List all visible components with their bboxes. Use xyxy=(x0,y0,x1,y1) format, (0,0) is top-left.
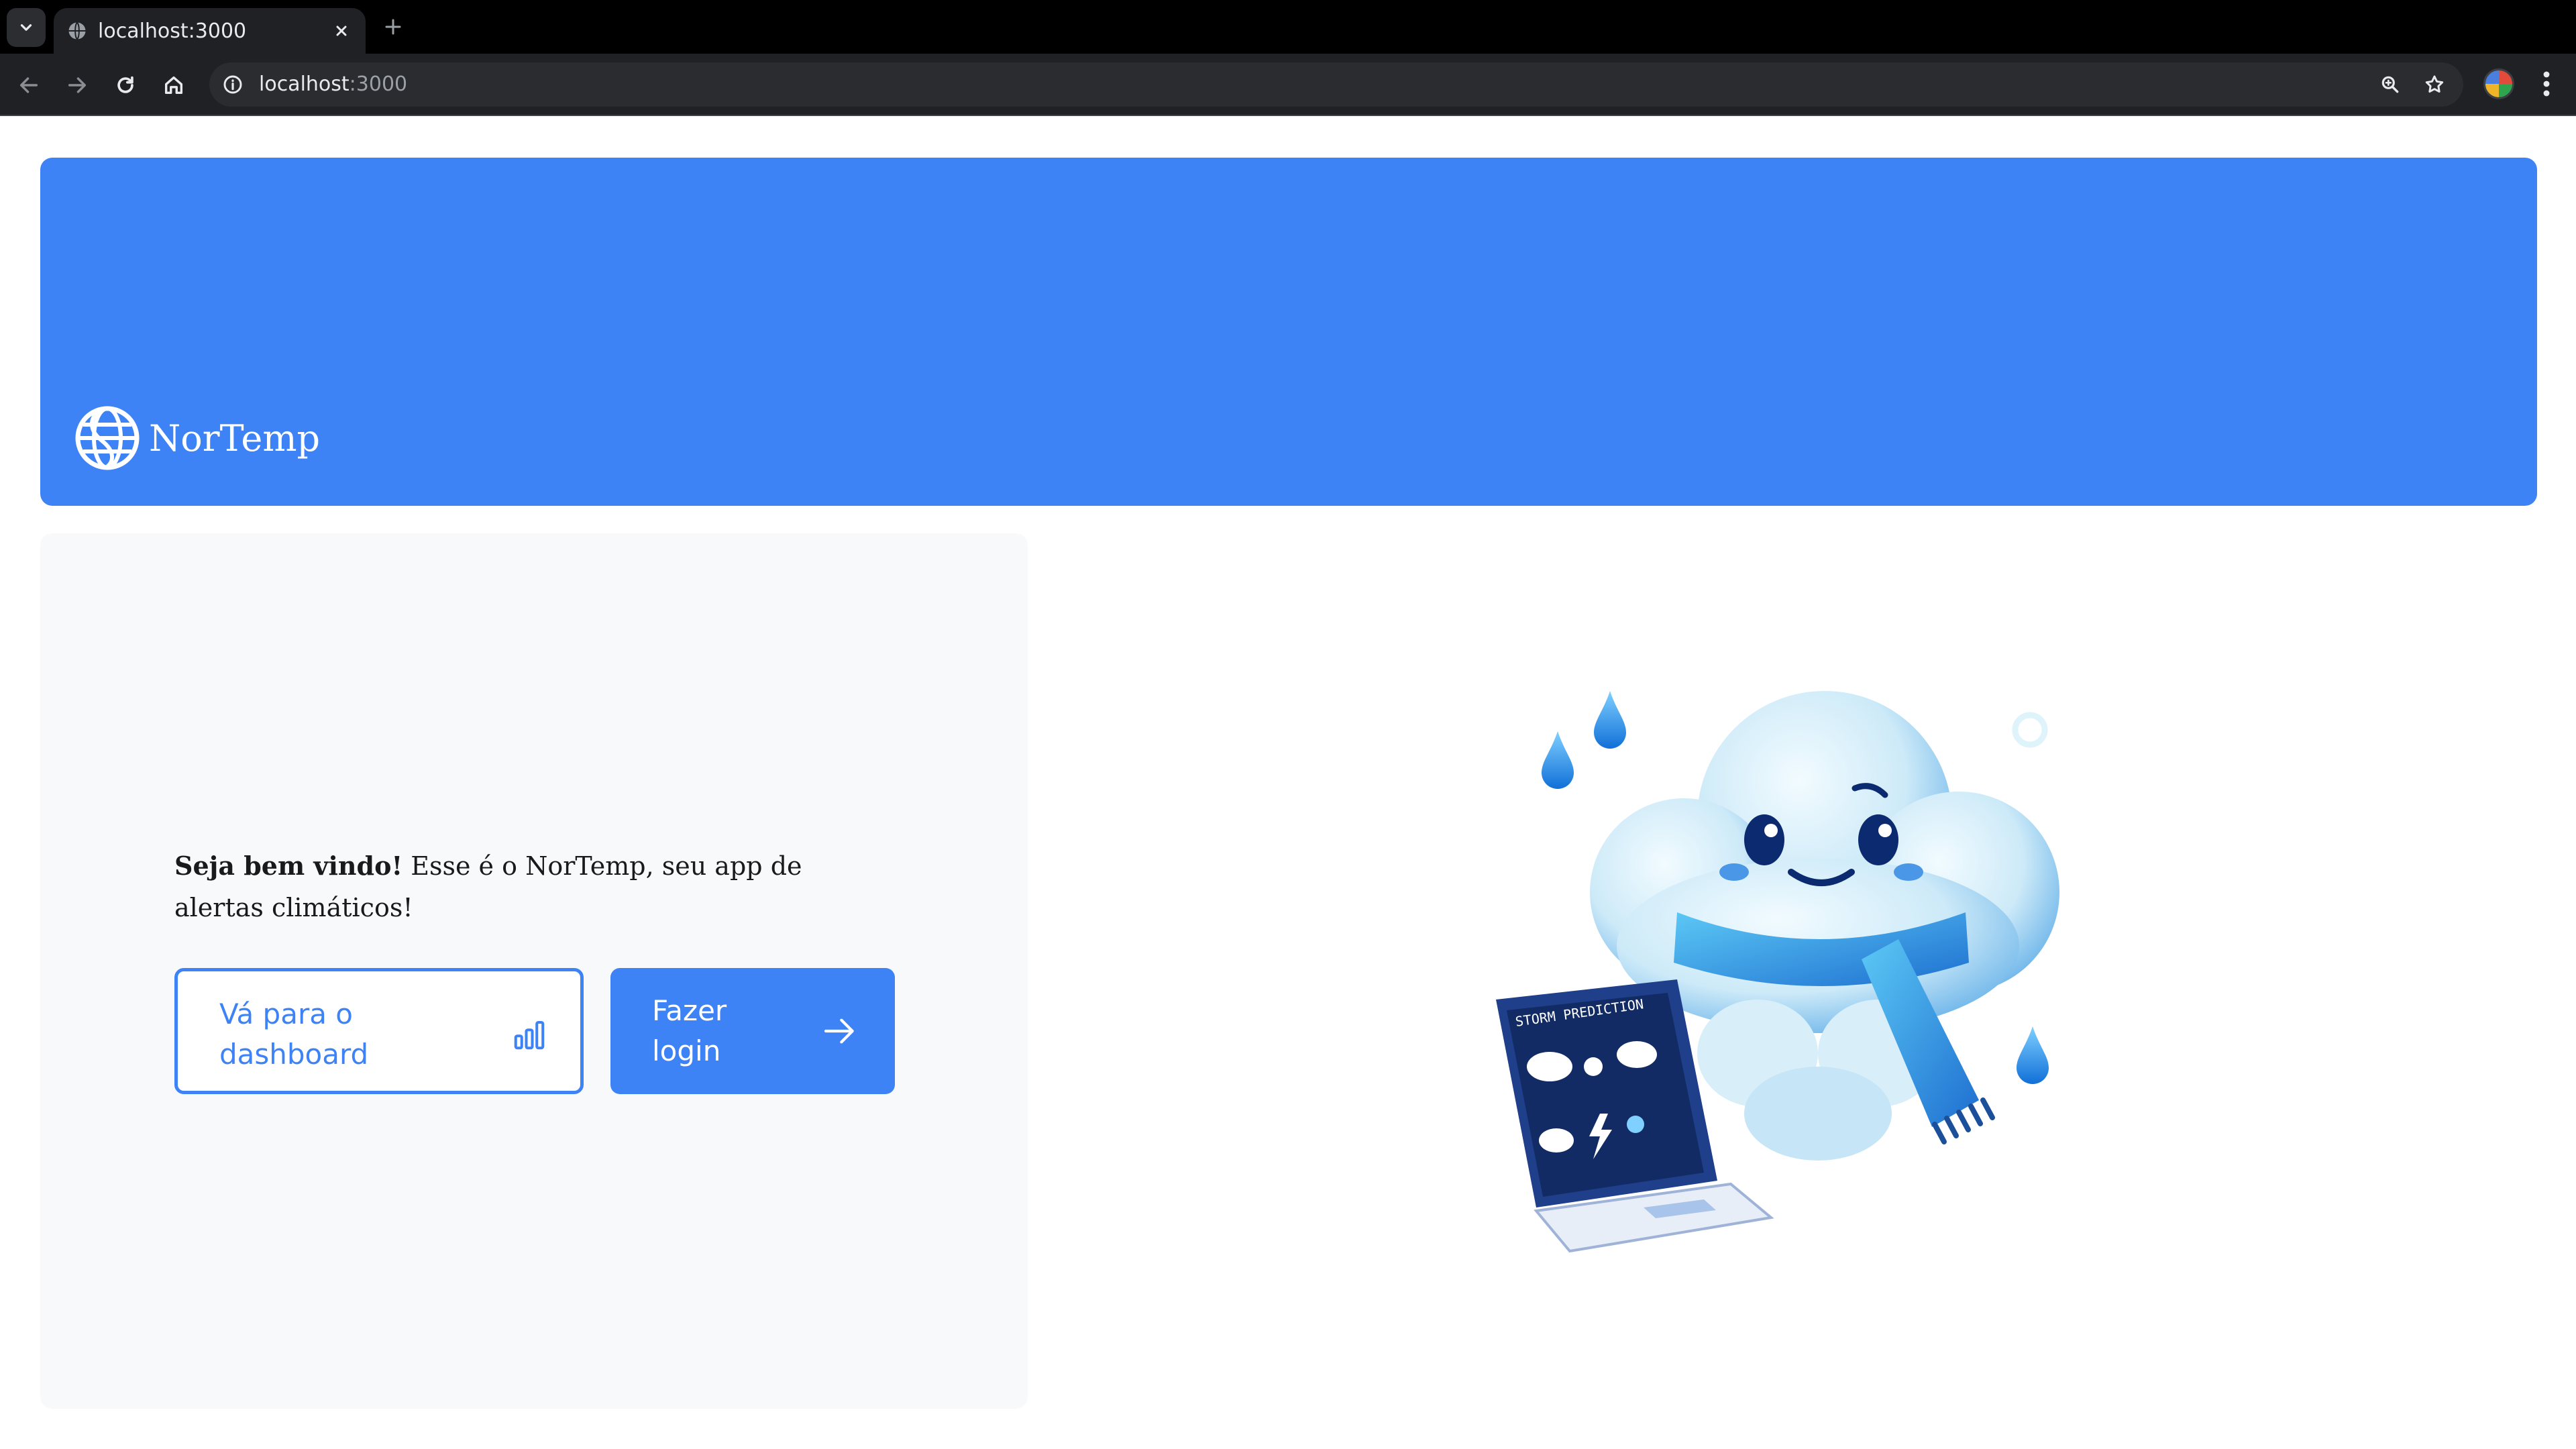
close-icon xyxy=(336,25,347,36)
hero-banner: NorTemp xyxy=(40,158,2537,506)
back-button[interactable] xyxy=(12,68,46,102)
reload-button[interactable] xyxy=(109,68,142,102)
mascot-eye xyxy=(1858,814,1898,865)
dashboard-button[interactable]: Vá para o dashboard xyxy=(174,968,584,1094)
welcome-card: Seja bem vindo! Esse é o NorTemp, seu ap… xyxy=(40,533,1028,1409)
brand-name: NorTemp xyxy=(149,417,321,460)
home-button[interactable] xyxy=(157,68,191,102)
globe-icon xyxy=(66,19,89,42)
arrow-right-icon xyxy=(68,77,87,93)
forward-button[interactable] xyxy=(60,68,94,102)
zoom-button[interactable] xyxy=(2376,70,2404,99)
new-tab-button[interactable] xyxy=(380,13,407,40)
tab-list-button[interactable] xyxy=(7,8,46,47)
tab-close-button[interactable] xyxy=(329,19,354,43)
reload-icon xyxy=(117,76,133,93)
address-url: localhost:3000 xyxy=(259,72,407,96)
plus-icon xyxy=(385,19,401,35)
bar-chart-icon xyxy=(509,1014,549,1055)
arrow-left-icon xyxy=(19,77,38,93)
dashboard-button-label: Vá para o dashboard xyxy=(219,998,369,1071)
login-button[interactable]: Fazer login xyxy=(610,968,895,1094)
raindrop xyxy=(1542,731,1574,789)
welcome-message: Seja bem vindo! Esse é o NorTemp, seu ap… xyxy=(174,845,859,928)
globe-icon xyxy=(75,406,140,470)
site-info-button[interactable] xyxy=(219,70,247,99)
zoom-icon xyxy=(2381,76,2399,93)
tab-title: localhost:3000 xyxy=(98,19,247,43)
browser-menu-button[interactable] xyxy=(2533,67,2560,101)
profile-avatar[interactable] xyxy=(2483,68,2514,99)
home-icon xyxy=(164,76,183,95)
raindrop xyxy=(1594,691,1626,749)
url-port: :3000 xyxy=(349,72,408,96)
bookmark-button[interactable] xyxy=(2420,70,2449,99)
browser-tab-active[interactable]: localhost:3000 xyxy=(54,8,366,54)
mascot-eye xyxy=(1744,814,1784,865)
cloud-mascot-illustration: STORM PREDICTION xyxy=(1496,691,2059,1253)
info-icon xyxy=(223,75,242,94)
star-icon xyxy=(2425,75,2444,93)
browser-toolbar: localhost:3000 xyxy=(0,54,2576,116)
login-button-label: Fazer login xyxy=(652,994,727,1067)
address-bar[interactable]: localhost:3000 xyxy=(209,62,2463,107)
bubble xyxy=(2012,712,2048,748)
welcome-bold: Seja bem vindo! xyxy=(174,851,403,881)
raindrop xyxy=(2017,1026,2049,1084)
arrow-right-icon xyxy=(820,1011,860,1051)
kebab-menu-icon xyxy=(2543,71,2550,97)
chevron-down-icon xyxy=(20,24,32,31)
browser-tabstrip: localhost:3000 xyxy=(0,0,2576,54)
brand-logo[interactable]: NorTemp xyxy=(74,405,320,472)
url-host: localhost xyxy=(259,72,350,96)
